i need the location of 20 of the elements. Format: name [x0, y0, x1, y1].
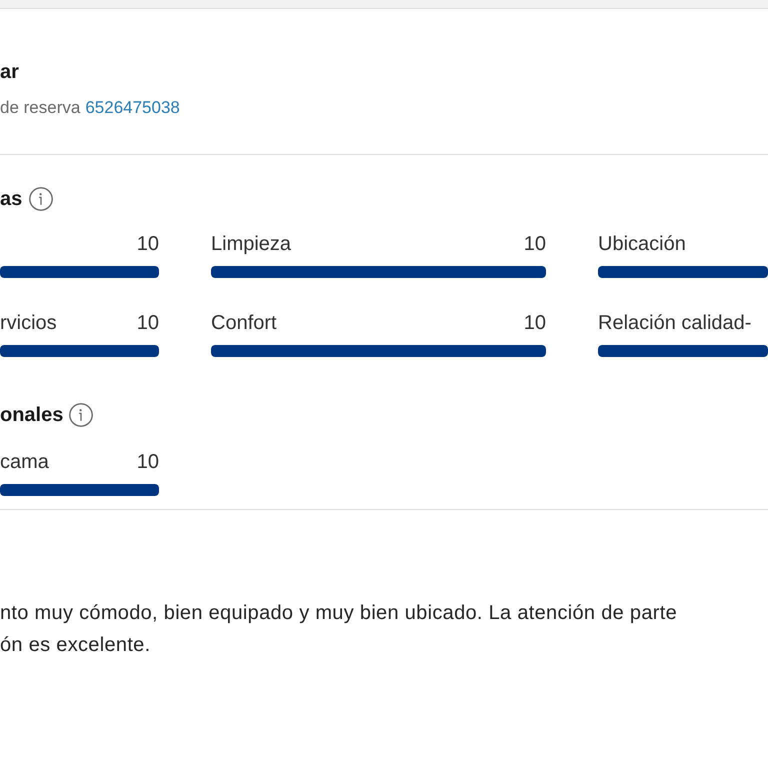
category-label: cama: [0, 450, 49, 474]
reservation-number-link[interactable]: 6526475038: [85, 96, 180, 120]
review-text: ón es excelente.: [0, 633, 150, 658]
category-label: rvicios: [0, 311, 57, 335]
reservation-label: de reserva: [0, 97, 80, 119]
category-score: 10: [136, 232, 159, 256]
category-label: Limpieza: [211, 232, 292, 256]
section-heading: as: [0, 187, 22, 212]
property-name: ar: [0, 60, 19, 85]
review-text: nto muy cómodo, bien equipado y muy bien ubicado. La atención de parte: [0, 601, 677, 626]
category-label: Ubicación: [598, 232, 686, 256]
category-score: 10: [524, 232, 546, 256]
section-heading: onales: [0, 403, 64, 428]
info-icon[interactable]: [69, 403, 94, 427]
category-label: Confort: [211, 311, 277, 335]
info-icon[interactable]: [29, 187, 54, 211]
category-label: Relación calidad-: [598, 311, 752, 335]
category-score: 10: [136, 311, 159, 335]
category-score: 10: [136, 450, 159, 474]
category-score: 10: [524, 311, 546, 335]
